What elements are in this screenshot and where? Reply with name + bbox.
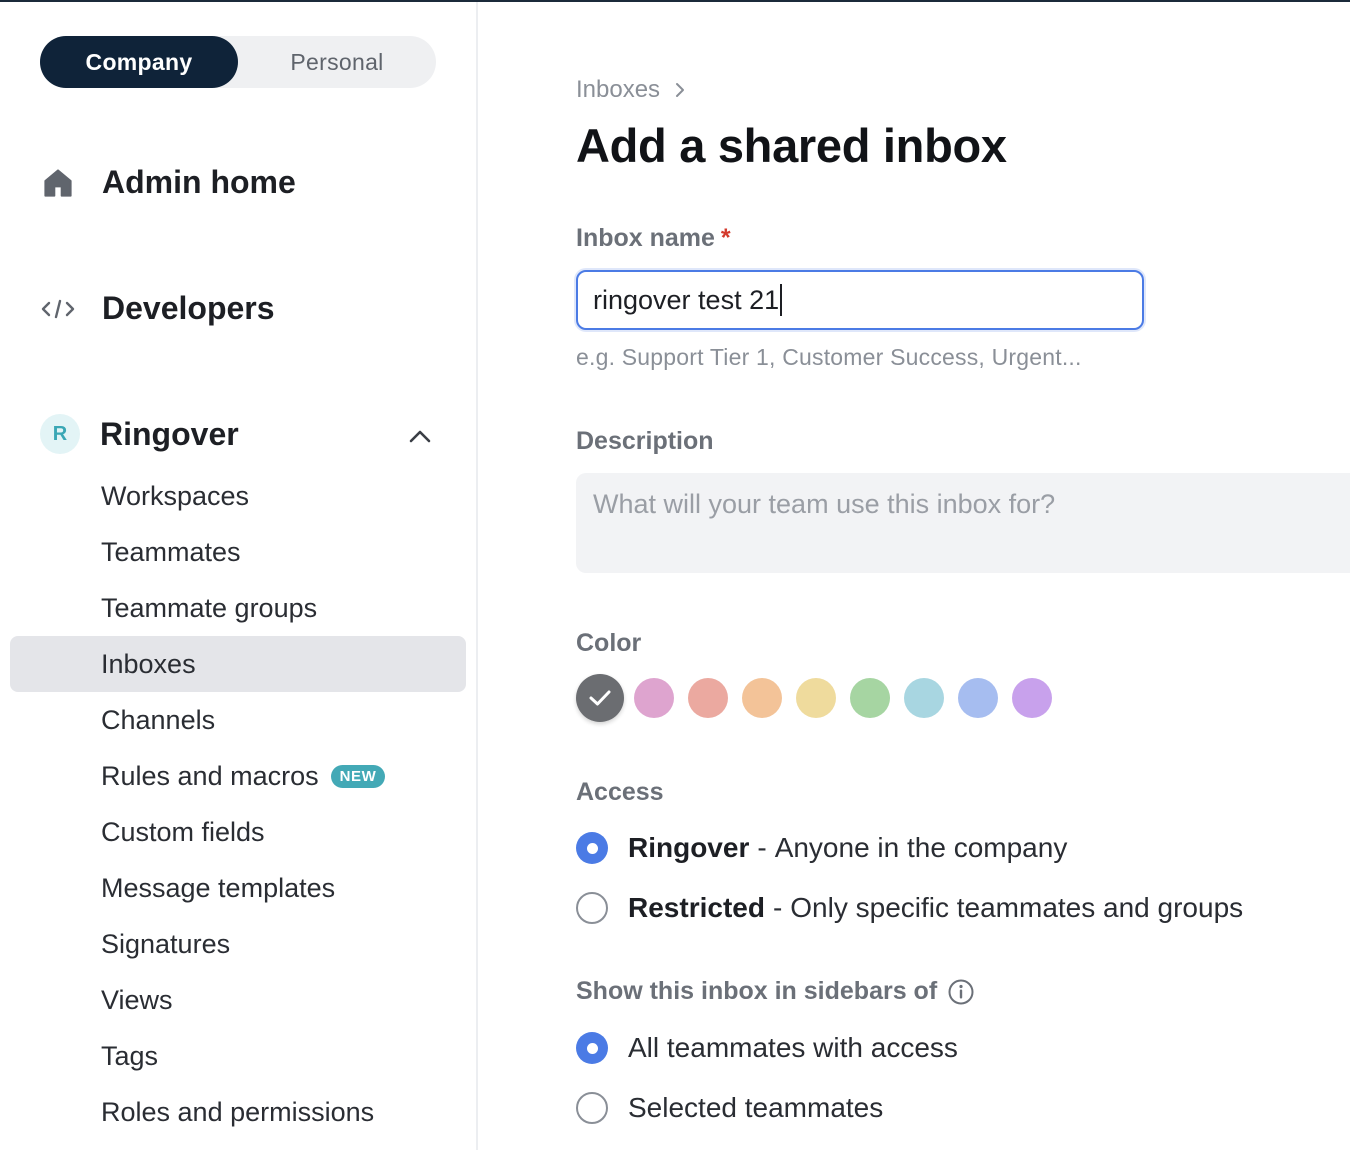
sidebar-item-custom-fields[interactable]: Custom fields	[10, 804, 466, 860]
chevron-right-icon	[674, 82, 686, 98]
chevron-up-icon[interactable]	[404, 420, 436, 452]
admin-home-link[interactable]: Admin home	[40, 164, 296, 201]
access-option-company[interactable]: Ringover - Anyone in the company	[576, 832, 1067, 864]
main-content: Inboxes Add a shared inbox Inbox name * r…	[480, 2, 1350, 1150]
description-label: Description	[576, 427, 714, 455]
developers-label: Developers	[102, 290, 275, 326]
sidebar-item-rules-and-macros[interactable]: Rules and macros NEW	[10, 748, 466, 804]
color-swatch[interactable]	[850, 678, 890, 718]
new-badge: NEW	[330, 764, 386, 788]
sidebars-option-selected[interactable]: Selected teammates	[576, 1092, 883, 1124]
sidebar-item-teammate-groups[interactable]: Teammate groups	[10, 580, 466, 636]
radio-selected[interactable]	[576, 832, 608, 864]
org-section-header[interactable]: R Ringover	[40, 414, 239, 454]
inbox-name-label: Inbox name *	[576, 224, 731, 252]
admin-sidebar: Company Personal Admin home Developers R…	[0, 2, 478, 1150]
sidebar-item-signatures[interactable]: Signatures	[10, 916, 466, 972]
sidebars-option-all[interactable]: All teammates with access	[576, 1032, 958, 1064]
scope-toggle: Company Personal	[40, 36, 436, 88]
breadcrumb-inboxes-link[interactable]: Inboxes	[576, 76, 660, 104]
org-avatar: R	[40, 414, 80, 454]
color-swatch[interactable]	[576, 674, 624, 722]
access-option-restricted[interactable]: Restricted - Only specific teammates and…	[576, 892, 1243, 924]
info-icon[interactable]	[947, 978, 975, 1006]
check-icon	[589, 690, 611, 706]
company-tab[interactable]: Company	[40, 36, 238, 88]
home-icon	[40, 165, 76, 201]
access-option-title: Ringover	[628, 832, 750, 863]
sidebar-item-tags[interactable]: Tags	[10, 1028, 466, 1084]
sidebar-item-inboxes[interactable]: Inboxes	[10, 636, 466, 692]
color-swatch[interactable]	[796, 678, 836, 718]
text-caret	[780, 284, 783, 316]
personal-tab[interactable]: Personal	[238, 36, 436, 88]
radio-unselected[interactable]	[576, 1092, 608, 1124]
page-title: Add a shared inbox	[576, 119, 1007, 172]
color-swatch[interactable]	[688, 678, 728, 718]
sidebar-item-roles-and-permissions[interactable]: Roles and permissions	[10, 1084, 466, 1140]
access-option-title: Restricted	[628, 892, 765, 923]
sidebar-item-workspaces[interactable]: Workspaces	[10, 468, 466, 524]
description-placeholder: What will your team use this inbox for?	[593, 489, 1056, 519]
access-option-desc: Anyone in the company	[774, 832, 1068, 863]
org-settings-list: Workspaces Teammates Teammate groups Inb…	[10, 468, 466, 1140]
org-name: Ringover	[100, 415, 239, 452]
access-option-desc: Only specific teammates and groups	[790, 892, 1244, 923]
inbox-name-input[interactable]: ringover test 21	[576, 270, 1144, 330]
color-swatch[interactable]	[958, 678, 998, 718]
color-swatch[interactable]	[1012, 678, 1052, 718]
breadcrumb: Inboxes	[576, 76, 686, 104]
admin-home-label: Admin home	[102, 164, 296, 200]
required-mark: *	[720, 224, 731, 252]
sidebar-item-message-templates[interactable]: Message templates	[10, 860, 466, 916]
inbox-name-value: ringover test 21	[593, 284, 780, 315]
radio-unselected[interactable]	[576, 892, 608, 924]
sidebar-item-teammates[interactable]: Teammates	[10, 524, 466, 580]
color-swatch[interactable]	[634, 678, 674, 718]
color-swatch[interactable]	[904, 678, 944, 718]
description-textarea[interactable]: What will your team use this inbox for?	[576, 473, 1350, 573]
color-swatch[interactable]	[742, 678, 782, 718]
sidebars-visibility-label: Show this inbox in sidebars of	[576, 977, 975, 1006]
sidebar-item-views[interactable]: Views	[10, 972, 466, 1028]
sidebar-item-channels[interactable]: Channels	[10, 692, 466, 748]
color-picker	[576, 674, 1066, 722]
inbox-name-hint: e.g. Support Tier 1, Customer Success, U…	[576, 344, 1082, 370]
color-label: Color	[576, 629, 642, 657]
radio-selected[interactable]	[576, 1032, 608, 1064]
access-label: Access	[576, 778, 664, 806]
developers-link[interactable]: Developers	[40, 290, 275, 327]
code-icon	[40, 291, 76, 327]
